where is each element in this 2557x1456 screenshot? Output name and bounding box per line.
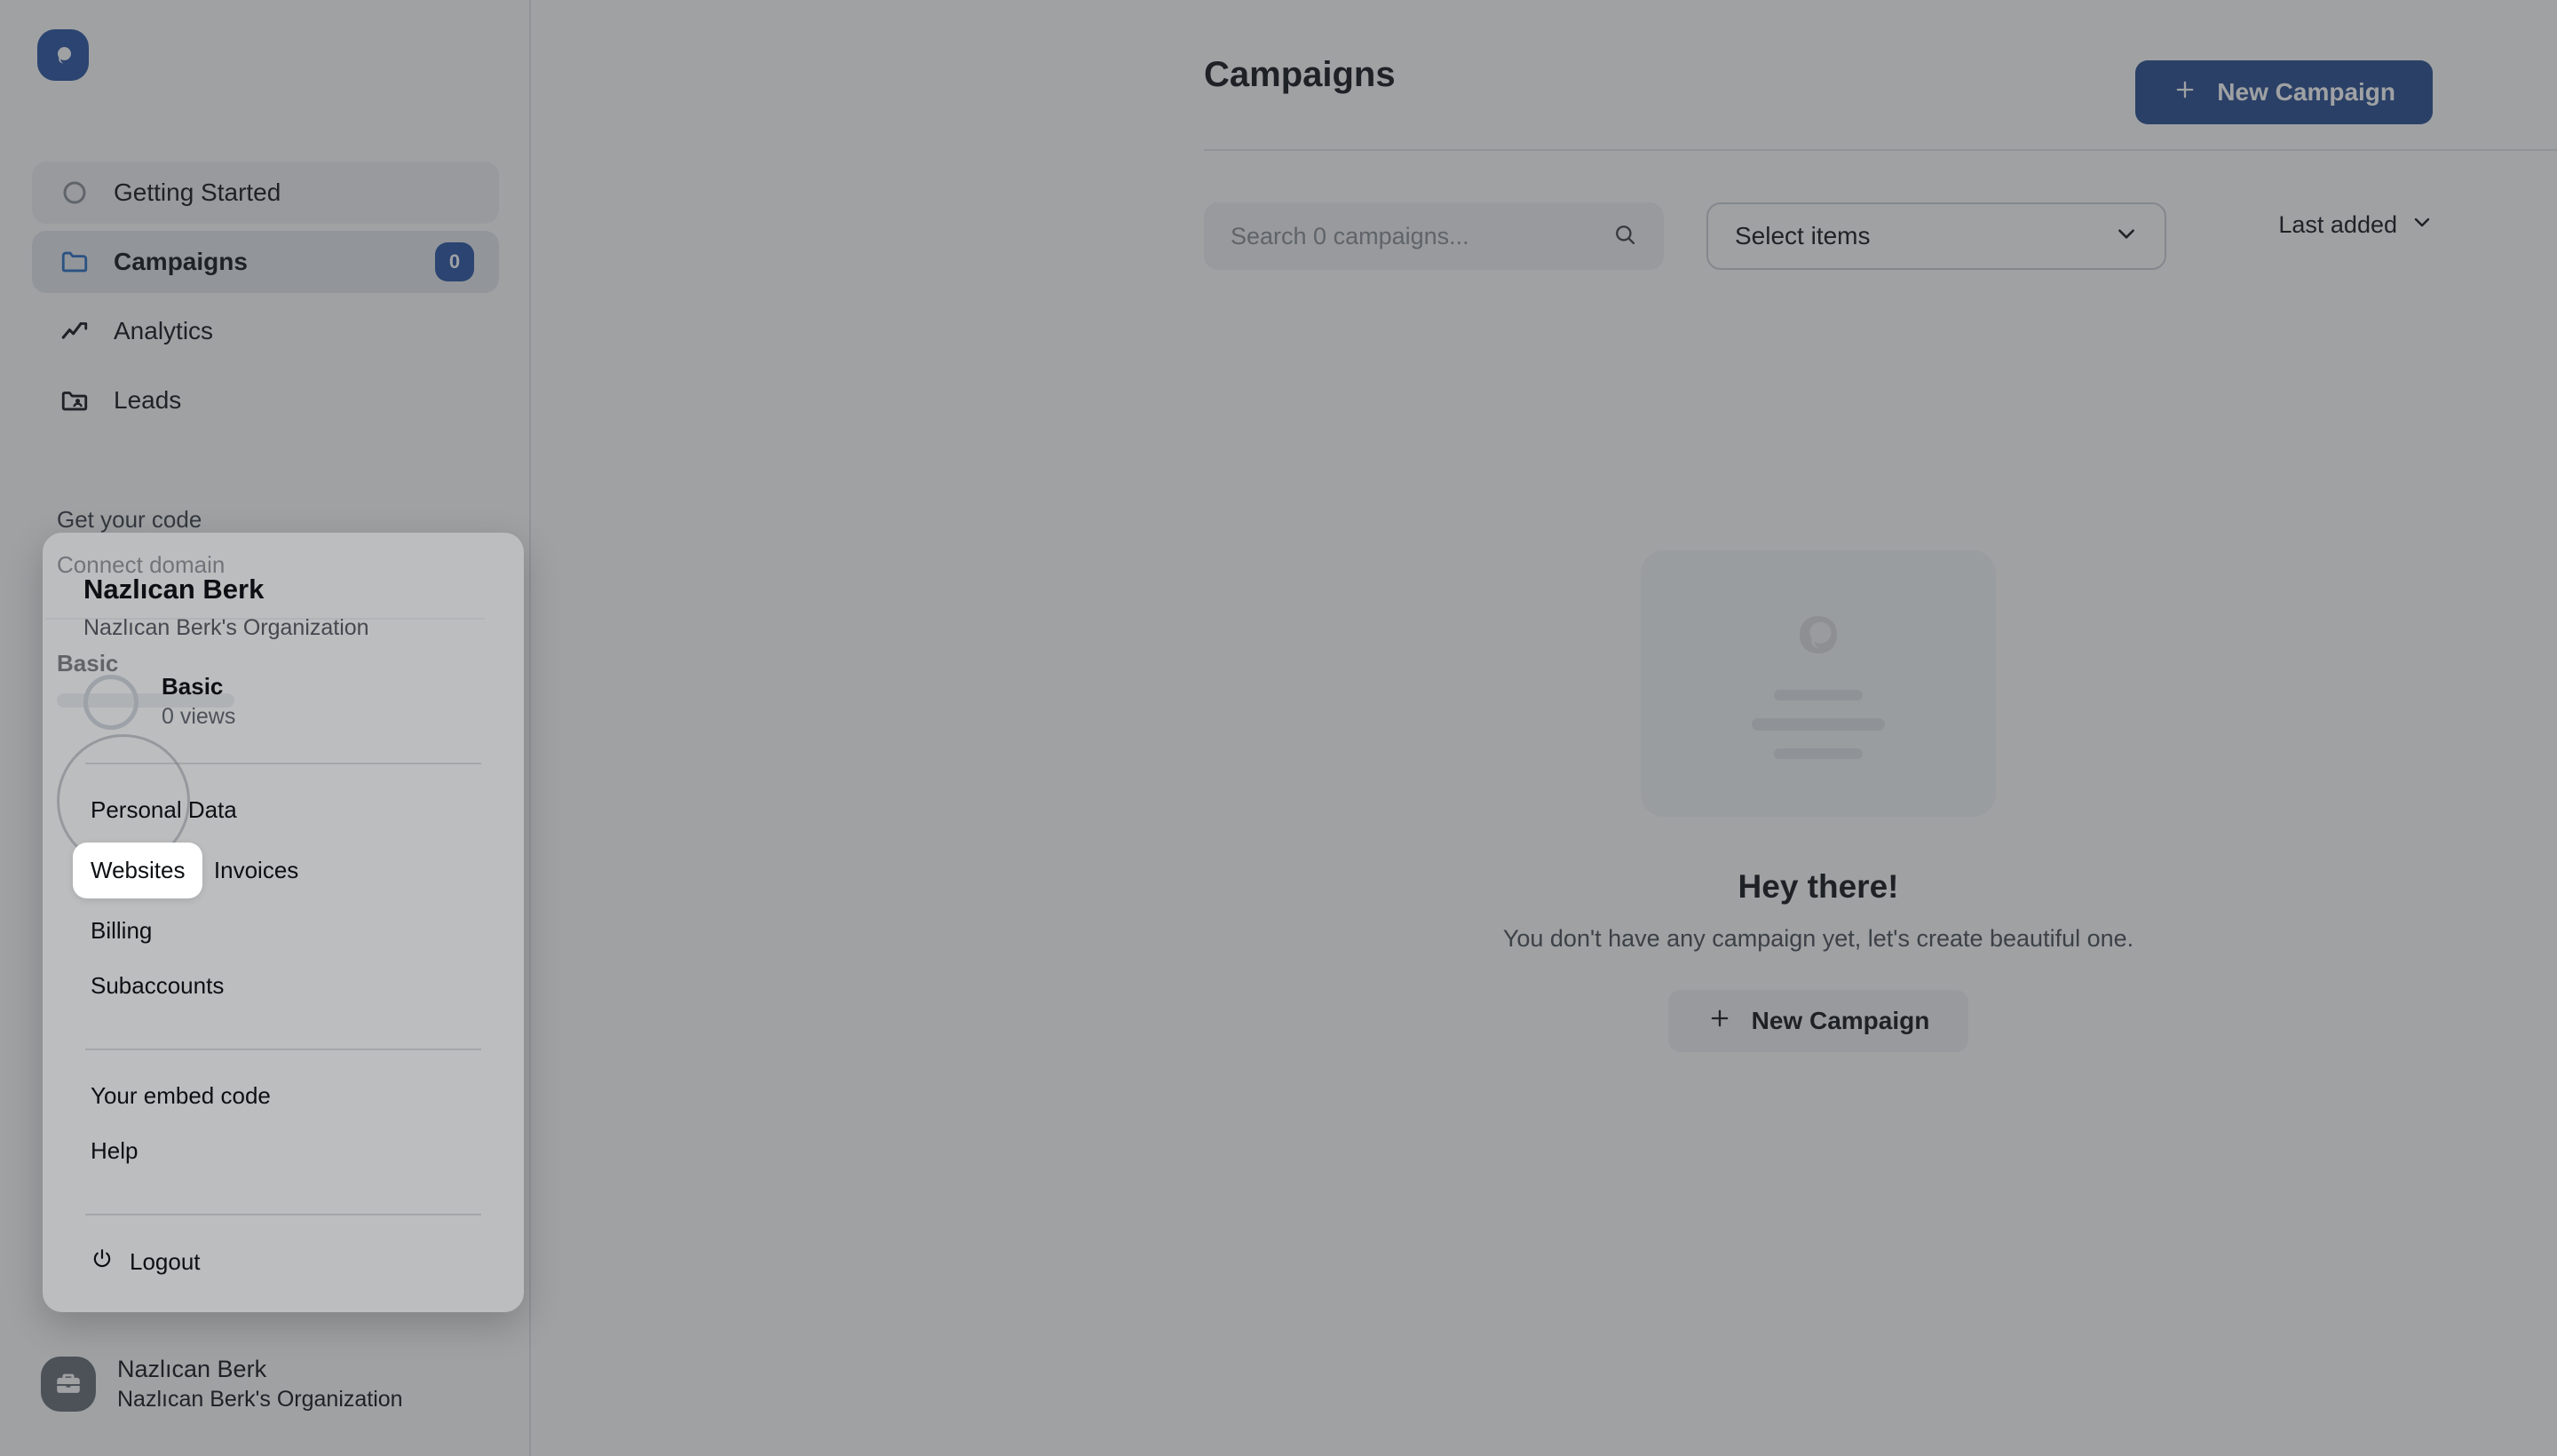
menu-item-help[interactable]: Help xyxy=(83,1128,145,1174)
menu-item-personal-data[interactable]: Personal Data xyxy=(83,787,244,833)
plan-views: 0 views xyxy=(162,704,236,730)
account-menu-group-logout: Logout xyxy=(83,1238,483,1286)
account-plan-row: Basic 0 views xyxy=(83,671,483,732)
account-menu-group-secondary: Your embed code Help xyxy=(83,1073,483,1183)
menu-divider xyxy=(85,1048,481,1051)
menu-divider xyxy=(85,763,481,765)
menu-item-invoices[interactable]: Invoices xyxy=(207,848,305,893)
power-icon xyxy=(91,1247,114,1277)
menu-item-websites[interactable]: Websites xyxy=(73,843,203,899)
plan-name: Basic xyxy=(162,673,224,700)
account-name: Nazlıcan Berk xyxy=(83,574,265,605)
menu-item-subaccounts[interactable]: Subaccounts xyxy=(83,963,231,1009)
menu-item-logout[interactable]: Logout xyxy=(83,1238,483,1286)
progress-ring-icon xyxy=(83,674,139,730)
account-organization: Nazlıcan Berk's Organization xyxy=(83,615,369,641)
account-dropdown-menu: Nazlıcan Berk Nazlıcan Berk's Organizati… xyxy=(43,533,524,1312)
logout-label: Logout xyxy=(130,1248,201,1276)
menu-item-billing[interactable]: Billing xyxy=(83,908,159,954)
menu-item-embed-code[interactable]: Your embed code xyxy=(83,1073,278,1119)
account-menu-group-primary: Personal Data Websites Invoices Billing … xyxy=(73,787,483,1018)
menu-divider xyxy=(85,1214,481,1216)
